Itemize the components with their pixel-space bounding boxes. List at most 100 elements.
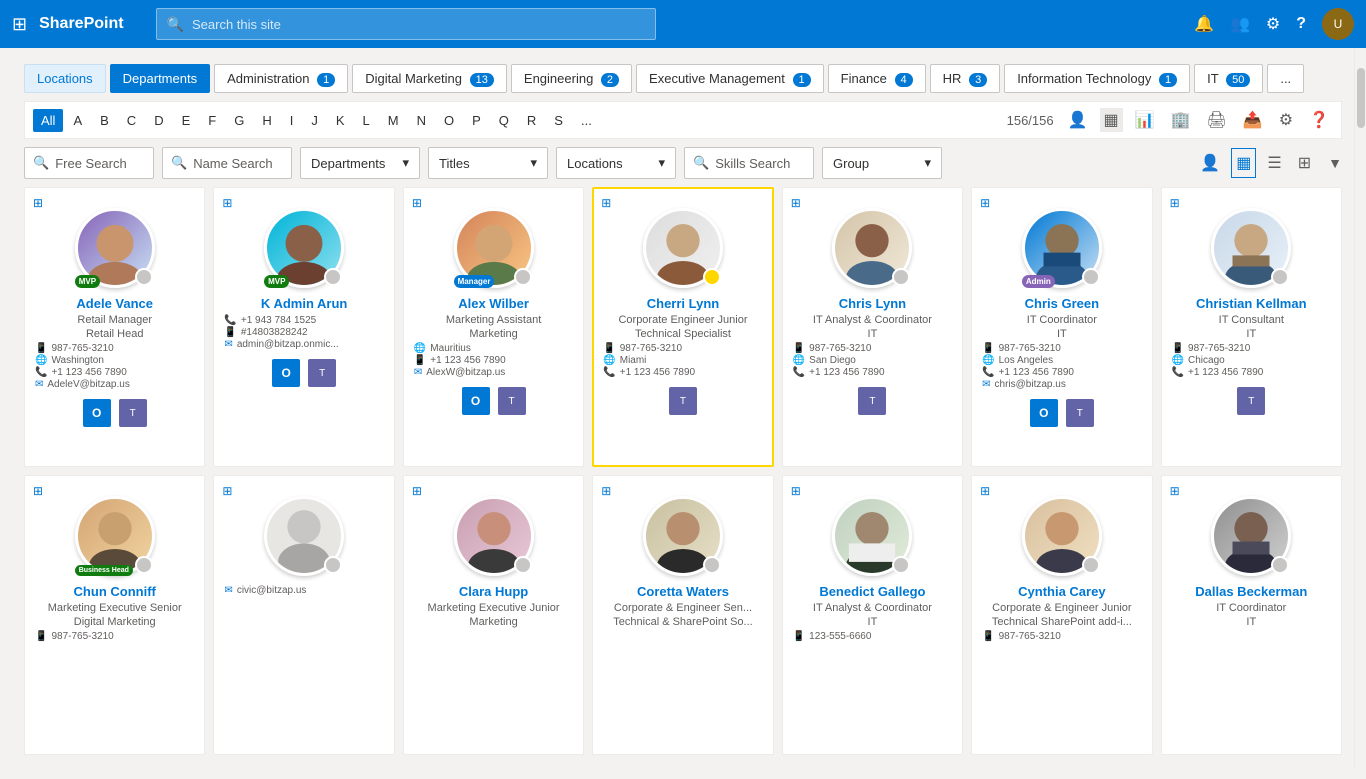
export-icon[interactable]: 📤 <box>1239 108 1267 132</box>
alpha-g[interactable]: G <box>226 109 252 132</box>
person-name[interactable]: Coretta Waters <box>637 584 729 599</box>
help2-icon[interactable]: ❓ <box>1305 108 1333 132</box>
outlook-button[interactable]: O <box>83 399 111 427</box>
locations-dropdown[interactable]: Locations ▾ <box>556 147 676 179</box>
alpha-o[interactable]: O <box>436 109 462 132</box>
person-name[interactable]: Christian Kellman <box>1196 296 1307 311</box>
people-icon[interactable]: 👥 <box>1230 14 1250 34</box>
person-card-benedict-gallego[interactable]: ⊞ Benedict Gallego IT Analyst & Coordina… <box>782 475 963 755</box>
card-menu-icon[interactable]: ⊞ <box>412 196 422 210</box>
scrollbar[interactable] <box>1354 48 1366 768</box>
user-avatar[interactable]: U <box>1322 8 1354 40</box>
teams-button[interactable]: T <box>1237 387 1265 415</box>
teams-button[interactable]: T <box>858 387 886 415</box>
person-card-alex-wilber[interactable]: ⊞ Manager Alex Wilber Marketing Assistan… <box>403 187 584 467</box>
person-name[interactable]: Cherri Lynn <box>647 296 719 311</box>
person-name[interactable]: K Admin Arun <box>261 296 347 311</box>
person-card-coretta-waters[interactable]: ⊞ Coretta Waters Corporate & Engineer Se… <box>592 475 773 755</box>
person-name[interactable]: Clara Hupp <box>459 584 528 599</box>
outlook-button[interactable]: O <box>462 387 490 415</box>
free-search-input[interactable]: 🔍 Free Search <box>24 147 154 179</box>
card-view-icon[interactable]: ▦ <box>1100 108 1123 132</box>
card-menu-icon[interactable]: ⊞ <box>791 484 801 498</box>
card-menu-icon[interactable]: ⊞ <box>601 196 611 210</box>
card-menu-icon[interactable]: ⊞ <box>791 196 801 210</box>
notifications-icon[interactable]: 🔔 <box>1194 14 1214 34</box>
help-icon[interactable]: ? <box>1296 15 1306 33</box>
settings2-icon[interactable]: ⚙ <box>1275 108 1297 132</box>
person-card-civic[interactable]: ⊞ ✉civic@bitzap.us <box>213 475 394 755</box>
teams-button[interactable]: T <box>308 359 336 387</box>
print-icon[interactable]: 🖨 <box>1203 108 1231 132</box>
card-menu-icon[interactable]: ⊞ <box>33 484 43 498</box>
person-card-k-admin-arun[interactable]: ⊞ MVP K Admin Arun 📞+1 943 784 1525 📱#14… <box>213 187 394 467</box>
card-menu-icon[interactable]: ⊞ <box>980 196 990 210</box>
person-card-dallas-beckerman[interactable]: ⊞ Dallas Beckerman IT Coordinator IT <box>1161 475 1342 755</box>
alpha-f[interactable]: F <box>200 109 224 132</box>
tab-executive-management[interactable]: Executive Management 1 <box>636 64 824 93</box>
card-menu-icon[interactable]: ⊞ <box>222 196 232 210</box>
card-menu-icon[interactable]: ⊞ <box>412 484 422 498</box>
card-menu-icon[interactable]: ⊞ <box>980 484 990 498</box>
org-chart-icon[interactable]: 🏢 <box>1167 108 1195 132</box>
alpha-p[interactable]: P <box>464 109 489 132</box>
alpha-c[interactable]: C <box>119 109 144 132</box>
alpha-l[interactable]: L <box>355 109 378 132</box>
alpha-r[interactable]: R <box>519 109 544 132</box>
tab-finance[interactable]: Finance 4 <box>828 64 926 93</box>
person-card-christian-kellman[interactable]: ⊞ Christian Kellman IT Consultant IT 📱98… <box>1161 187 1342 467</box>
tab-it[interactable]: IT 50 <box>1194 64 1263 93</box>
teams-button[interactable]: T <box>669 387 697 415</box>
person-name[interactable]: Chun Conniff <box>74 584 156 599</box>
alpha-s[interactable]: S <box>546 109 571 132</box>
alpha-a[interactable]: A <box>65 109 90 132</box>
alpha-j[interactable]: J <box>303 109 326 132</box>
departments-dropdown[interactable]: Departments ▾ <box>300 147 420 179</box>
person-name[interactable]: Benedict Gallego <box>819 584 925 599</box>
scroll-thumb[interactable] <box>1357 68 1365 128</box>
tab-digital-marketing[interactable]: Digital Marketing 13 <box>352 64 507 93</box>
person-name[interactable]: Chris Lynn <box>839 296 906 311</box>
tab-administration[interactable]: Administration 1 <box>214 64 348 93</box>
tab-engineering[interactable]: Engineering 2 <box>511 64 632 93</box>
skills-search-input[interactable]: 🔍 Skills Search <box>684 147 814 179</box>
person-card-cherri-lynn[interactable]: ⊞ Cherri Lynn Corporate Engineer Junior … <box>592 187 773 467</box>
person-card-chris-lynn[interactable]: ⊞ Chris Lynn IT Analyst & Coordinator IT… <box>782 187 963 467</box>
add-contact-icon[interactable]: 👤 <box>1195 148 1225 178</box>
alpha-k[interactable]: K <box>328 109 353 132</box>
card-menu-icon[interactable]: ⊞ <box>1170 196 1180 210</box>
list-view-icon[interactable]: ☰ <box>1262 148 1286 178</box>
alpha-q[interactable]: Q <box>491 109 517 132</box>
alpha-i[interactable]: I <box>282 109 302 132</box>
person-card-clara-hupp[interactable]: ⊞ Clara Hupp Marketing Executive Junior … <box>403 475 584 755</box>
grid-view-icon[interactable]: ▦ <box>1231 148 1256 178</box>
alpha-b[interactable]: B <box>92 109 117 132</box>
person-name[interactable]: Adele Vance <box>76 296 153 311</box>
card-menu-icon[interactable]: ⊞ <box>601 484 611 498</box>
outlook-button[interactable]: O <box>1030 399 1058 427</box>
alpha-all[interactable]: All <box>33 109 63 132</box>
add-person-icon[interactable]: 👤 <box>1064 108 1092 132</box>
teams-button[interactable]: T <box>119 399 147 427</box>
tab-hr[interactable]: HR 3 <box>930 64 1001 93</box>
alpha-h[interactable]: H <box>254 109 279 132</box>
alpha-n[interactable]: N <box>409 109 434 132</box>
person-card-cynthia-carey[interactable]: ⊞ Cynthia Carey Corporate & Engineer Jun… <box>971 475 1152 755</box>
teams-button[interactable]: T <box>1066 399 1094 427</box>
outlook-button[interactable]: O <box>272 359 300 387</box>
tile-view-icon[interactable]: ⊞ <box>1293 148 1316 178</box>
card-menu-icon[interactable]: ⊞ <box>222 484 232 498</box>
global-search[interactable]: 🔍 Search this site <box>156 8 656 40</box>
alpha-e[interactable]: E <box>174 109 199 132</box>
person-card-adele-vance[interactable]: ⊞ MVP Adele Vance Retail Manager Retail … <box>24 187 205 467</box>
card-menu-icon[interactable]: ⊞ <box>33 196 43 210</box>
teams-button[interactable]: T <box>498 387 526 415</box>
tab-departments[interactable]: Departments <box>110 64 210 93</box>
person-name[interactable]: Dallas Beckerman <box>1195 584 1307 599</box>
card-menu-icon[interactable]: ⊞ <box>1170 484 1180 498</box>
name-search-input[interactable]: 🔍 Name Search <box>162 147 292 179</box>
person-name[interactable]: Cynthia Carey <box>1018 584 1105 599</box>
tab-information-technology[interactable]: Information Technology 1 <box>1004 64 1190 93</box>
titles-dropdown[interactable]: Titles ▾ <box>428 147 548 179</box>
alpha-m[interactable]: M <box>380 109 407 132</box>
